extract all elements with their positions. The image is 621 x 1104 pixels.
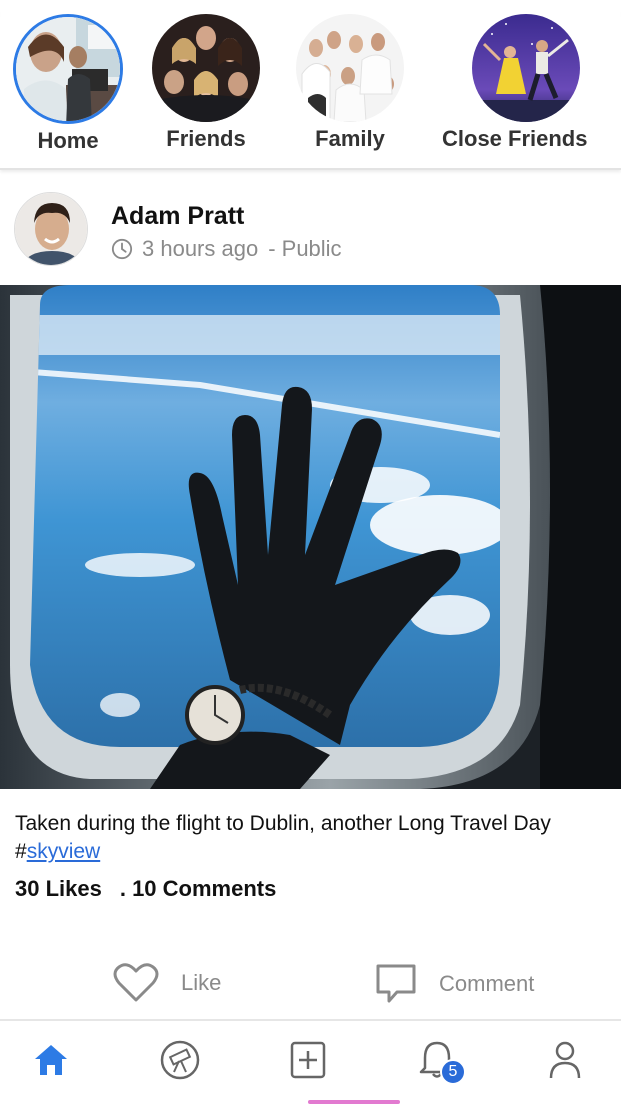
group-home-photo bbox=[13, 14, 123, 124]
group-home-label: Home bbox=[37, 128, 99, 153]
explore-icon bbox=[160, 1040, 200, 1080]
home-indicator bbox=[308, 1100, 400, 1104]
group-close-friends-label: Close Friends bbox=[442, 126, 588, 151]
add-post-icon bbox=[290, 1041, 326, 1079]
nav-explore[interactable] bbox=[157, 1037, 203, 1083]
home-icon bbox=[35, 1045, 67, 1075]
author-name[interactable]: Adam Pratt bbox=[111, 202, 244, 231]
group-family-label: Family bbox=[315, 126, 385, 151]
post-visibility: - Public bbox=[268, 236, 342, 261]
author-avatar[interactable] bbox=[14, 192, 88, 266]
post-stats: 30 Likes . 10 Comments bbox=[15, 876, 276, 902]
heart-icon bbox=[113, 963, 159, 1002]
bottom-nav: 5 bbox=[0, 1019, 621, 1104]
hashtag-link[interactable]: skyview bbox=[27, 840, 101, 863]
like-label: Like bbox=[181, 970, 222, 995]
group-family-photo bbox=[296, 14, 404, 122]
group-friends-photo bbox=[152, 14, 260, 122]
group-family[interactable]: Family bbox=[296, 14, 404, 152]
group-close-friends-photo bbox=[471, 14, 580, 122]
post-caption: Taken during the flight to Dublin, anoth… bbox=[15, 810, 605, 866]
group-friends-label: Friends bbox=[166, 126, 246, 151]
post-meta: 3 hours ago - Public bbox=[111, 236, 342, 262]
group-home[interactable]: Home bbox=[13, 14, 123, 154]
group-friends[interactable]: Friends bbox=[152, 14, 260, 152]
notification-badge: 5 bbox=[440, 1059, 466, 1085]
nav-home[interactable] bbox=[28, 1037, 74, 1083]
profile-icon bbox=[549, 1041, 581, 1079]
comment-label: Comment bbox=[439, 971, 535, 996]
groups-bar: Home Friends Family Close Friends bbox=[0, 0, 621, 170]
nav-profile[interactable] bbox=[542, 1037, 588, 1083]
group-close-friends[interactable]: Close Friends bbox=[442, 14, 587, 152]
clock-icon bbox=[111, 238, 133, 260]
comments-count[interactable]: . 10 Comments bbox=[120, 876, 277, 902]
post-time: 3 hours ago bbox=[142, 236, 259, 261]
likes-count[interactable]: 30 Likes bbox=[15, 876, 102, 902]
nav-notifications[interactable]: 5 bbox=[414, 1037, 466, 1085]
post-actions: Like Comment bbox=[0, 955, 621, 1013]
app-screen: Home Friends Family Close Friends Adam P… bbox=[0, 0, 621, 1104]
comment-button[interactable]: Comment bbox=[375, 963, 534, 1005]
nav-add-post[interactable] bbox=[285, 1037, 331, 1083]
post-header: Adam Pratt 3 hours ago - Public bbox=[0, 172, 621, 284]
post-photo[interactable] bbox=[0, 285, 621, 789]
comment-icon bbox=[376, 964, 416, 1003]
like-button[interactable]: Like bbox=[113, 963, 221, 1003]
